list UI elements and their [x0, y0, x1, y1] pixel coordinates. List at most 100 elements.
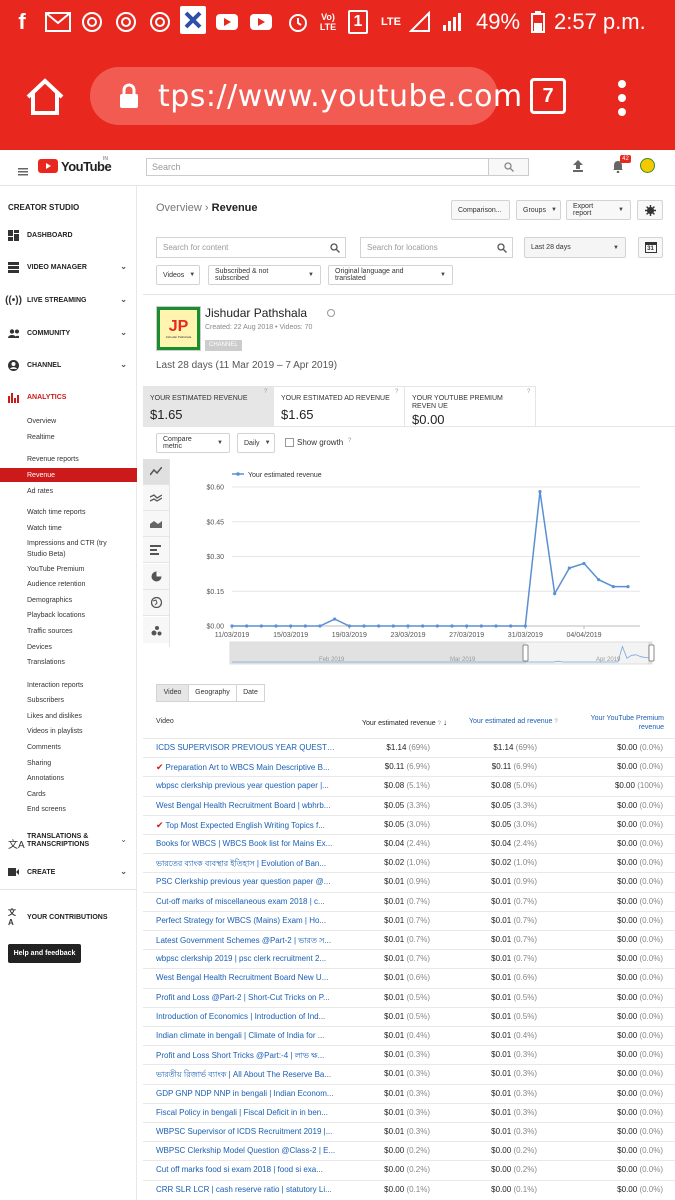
chart-type-area-button[interactable] — [143, 511, 169, 537]
sidebar-subitem-revenue[interactable]: Revenue — [0, 468, 137, 482]
sidebar-subitem-subscribers[interactable]: Subscribers — [0, 693, 137, 707]
data-point[interactable] — [362, 624, 366, 628]
avatar[interactable] — [640, 158, 655, 173]
data-point[interactable] — [538, 490, 542, 494]
sidebar-subitem-overview[interactable]: Overview — [0, 414, 137, 428]
video-title[interactable]: Profit and Loss @Part-2 | Short-Cut Tric… — [156, 993, 330, 1002]
search-content-input[interactable]: Search for content — [156, 237, 346, 258]
data-point[interactable] — [435, 624, 439, 628]
data-point[interactable] — [406, 624, 410, 628]
data-point[interactable] — [611, 585, 615, 589]
video-title-link[interactable]: ভারতের ব্যাংক ব্যবস্থার ইতিহাস | Evoluti… — [156, 858, 336, 871]
video-title[interactable]: ICDS SUPERVISOR PREVIOUS YEAR QUESTIO... — [156, 743, 336, 752]
sidebar-subitem-end-screens[interactable]: End screens — [0, 802, 137, 816]
search-locations-input[interactable]: Search for locations — [360, 237, 513, 258]
sidebar-item-live-streaming[interactable]: ((•)) LIVE STREAMING ⌄ — [0, 290, 137, 310]
sidebar-item-community[interactable]: COMMUNITY ⌄ — [0, 323, 137, 343]
video-title[interactable]: GDP GNP NDP NNP in bengali | Indian Econ… — [156, 1089, 334, 1098]
table-row[interactable]: ভারতের ব্যাংক ব্যবস্থার ইতিহাস | Evoluti… — [143, 853, 675, 872]
video-title[interactable]: Fiscal Policy in bengali | Fiscal Defici… — [156, 1108, 328, 1117]
video-title-link[interactable]: Books for WBCS | WBCS Book list for Main… — [156, 839, 336, 848]
show-growth-checkbox[interactable] — [285, 438, 294, 447]
data-point[interactable] — [377, 624, 381, 628]
hamburger-menu-icon[interactable] — [18, 163, 28, 176]
chart-type-map-button[interactable] — [143, 590, 169, 616]
data-point[interactable] — [626, 585, 630, 589]
sidebar-subitem-comments[interactable]: Comments — [0, 740, 137, 754]
table-row[interactable]: Profit and Loss Short Tricks @Part:-4 | … — [143, 1045, 675, 1064]
data-point[interactable] — [391, 624, 395, 628]
video-title[interactable]: Indian climate in bengali | Climate of I… — [156, 1031, 324, 1040]
overflow-menu-icon[interactable] — [614, 79, 630, 117]
video-title-link[interactable]: Cut-off marks of miscellaneous exam 2018… — [156, 897, 336, 906]
video-title-link[interactable]: WBPSC Clerkship Model Question @Class-2 … — [156, 1146, 336, 1155]
video-title-link[interactable]: wbpsc clerkship previous year question p… — [156, 781, 336, 790]
sidebar-item-dashboard[interactable]: DASHBOARD — [0, 225, 137, 245]
video-title-link[interactable]: wbpsc clerkship 2019 | psc clerk recruit… — [156, 954, 336, 963]
video-title[interactable]: WBPSC Supervisor of ICDS Recruitment 201… — [156, 1127, 332, 1136]
video-title[interactable]: Profit and Loss Short Tricks @Part:-4 | … — [156, 1051, 324, 1060]
sidebar-subitem-playback-locations[interactable]: Playback locations — [0, 608, 137, 622]
table-row[interactable]: PSC Clerkship previous year question pap… — [143, 872, 675, 891]
sidebar-subitem-sharing[interactable]: Sharing — [0, 756, 137, 770]
data-point[interactable] — [553, 591, 557, 596]
data-point[interactable] — [303, 624, 307, 628]
channel-logo[interactable]: JP Jishudar Pathshala — [156, 306, 201, 351]
table-row[interactable]: Fiscal Policy in bengali | Fiscal Defici… — [143, 1102, 675, 1122]
sidebar-item-contributions[interactable]: 文A YOUR CONTRIBUTIONS — [0, 907, 137, 927]
data-point[interactable] — [582, 561, 586, 566]
help-feedback-button[interactable]: Help and feedback — [8, 944, 81, 963]
video-title-link[interactable]: ✔ Top Most Expected English Writing Topic… — [156, 820, 336, 831]
metric-card-premium-revenue[interactable]: YOUR YOUTUBE PREMIUM REVEN UE $0.00 — [405, 386, 536, 427]
sidebar-subitem-videos-in-playlists[interactable]: Videos in playlists — [0, 724, 137, 738]
video-title[interactable]: Books for WBCS | WBCS Book list for Main… — [156, 839, 332, 848]
col-header-video[interactable]: Video — [156, 718, 174, 725]
video-title[interactable]: Introduction of Economics | Introduction… — [156, 1012, 325, 1021]
chart-type-multiline-button[interactable] — [143, 485, 169, 511]
chart-type-line-button[interactable] — [143, 459, 169, 485]
filter-subscribed-dropdown[interactable]: Subscribed & not subscribed ▼ — [208, 265, 321, 285]
table-row[interactable]: Profit and Loss @Part-2 | Short-Cut Tric… — [143, 987, 675, 1007]
table-row[interactable]: wbpsc clerkship previous year question p… — [143, 776, 675, 795]
address-bar[interactable]: tps://www.youtube.com — [90, 67, 522, 125]
sidebar-subitem-likes-dislikes[interactable]: Likes and dislikes — [0, 709, 137, 723]
sidebar-subitem-cards[interactable]: Cards — [0, 787, 137, 801]
compare-metric-dropdown[interactable]: Compare metric ▼ — [156, 433, 230, 453]
video-title-link[interactable]: ✔ Preparation Art to WBCS Main Descriptiv… — [156, 762, 336, 773]
video-title-link[interactable]: CRR SLR LCR | cash reserve ratio | statu… — [156, 1185, 336, 1194]
data-point[interactable] — [597, 578, 601, 582]
video-title-link[interactable]: WBPSC Supervisor of ICDS Recruitment 201… — [156, 1127, 336, 1136]
video-title-link[interactable]: PSC Clerkship previous year question pap… — [156, 877, 336, 886]
url-text[interactable]: tps://www.youtube.com — [158, 79, 523, 114]
sidebar-subitem-revenue-reports[interactable]: Revenue reports — [0, 452, 137, 466]
data-point[interactable] — [523, 624, 527, 628]
table-row[interactable]: Latest Government Schemes @Part-2 | ভারত… — [143, 930, 675, 949]
sidebar-subitem-translations[interactable]: Translations — [0, 655, 137, 669]
channel-name[interactable]: Jishudar Pathshala — [205, 306, 307, 320]
video-title-link[interactable]: West Bengal Health Recruitment Board New… — [156, 973, 336, 982]
search-input[interactable]: Search — [146, 158, 489, 176]
table-row[interactable]: Cut off marks food si exam 2018 | food s… — [143, 1160, 675, 1179]
video-title[interactable]: WBPSC Clerkship Model Question @Class-2 … — [156, 1146, 335, 1155]
search-button[interactable] — [489, 158, 529, 176]
sidebar-subitem-ad-rates[interactable]: Ad rates — [0, 484, 137, 498]
tab-geography[interactable]: Geography — [189, 685, 237, 701]
video-title[interactable]: Latest Government Schemes @Part-2 | ভারত… — [156, 936, 331, 945]
video-title[interactable]: Cut-off marks of miscellaneous exam 2018… — [156, 897, 325, 906]
data-point[interactable] — [289, 624, 293, 628]
breadcrumb-overview[interactable]: Overview — [156, 202, 202, 214]
video-title-link[interactable]: West Bengal Health Recruitment Board | w… — [156, 801, 336, 810]
metric-card-ad-revenue[interactable]: YOUR ESTIMATED AD REVENUE $1.65 — [274, 386, 405, 426]
video-title-link[interactable]: Fiscal Policy in bengali | Fiscal Defici… — [156, 1108, 336, 1117]
table-row[interactable]: West Bengal Health Recruitment Board | w… — [143, 795, 675, 815]
help-icon[interactable]: ? — [527, 389, 530, 395]
video-title-link[interactable]: Profit and Loss Short Tricks @Part:-4 | … — [156, 1050, 336, 1063]
data-point[interactable] — [230, 624, 234, 628]
video-title[interactable]: West Bengal Health Recruitment Board New… — [156, 973, 328, 982]
groups-dropdown[interactable]: Groups ▼ — [516, 200, 561, 220]
data-point[interactable] — [318, 624, 322, 628]
data-point[interactable] — [274, 624, 278, 628]
metric-card-estimated-revenue[interactable]: YOUR ESTIMATED REVENUE $1.65 — [143, 386, 274, 426]
data-point[interactable] — [347, 624, 351, 628]
sidebar-subitem-impressions-cont[interactable]: Studio Beta) — [0, 547, 137, 561]
